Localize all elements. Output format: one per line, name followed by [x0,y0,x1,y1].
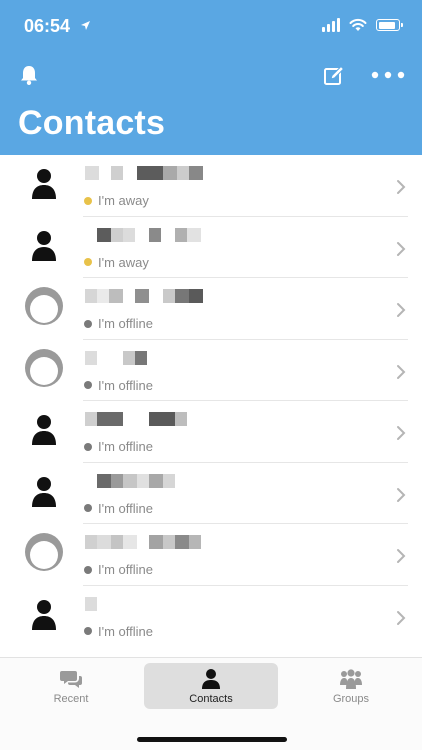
contact-name-redacted [85,473,175,488]
chevron-right-icon [397,487,406,502]
page-title: Contacts [18,104,166,142]
person-avatar-icon [32,476,56,507]
contact-name-redacted [85,412,187,426]
contact-row[interactable]: I'm offline [0,463,422,524]
contact-name-redacted [85,166,203,180]
app-header: 06:54 Contacts [0,0,422,155]
contact-row[interactable]: I'm offline [0,586,422,648]
presence-status: I'm offline [84,624,153,639]
contacts-list: I'm away I'm away I'm offline I'm offlin… [0,155,422,647]
status-text: I'm offline [98,377,153,393]
presence-dot [84,565,92,574]
location-arrow-icon [81,21,90,30]
contact-name-redacted [85,350,147,365]
tab-recent[interactable]: Recent [4,663,138,709]
more-options-icon[interactable] [371,66,405,84]
contact-name-redacted [85,289,203,303]
presence-dot [84,381,92,389]
status-text: I'm offline [98,562,153,577]
chevron-right-icon [397,364,406,379]
status-text: I'm away [98,193,149,208]
chevron-right-icon [397,549,406,563]
battery-icon [376,19,403,31]
tab-label: Contacts [189,693,233,705]
presence-dot [84,442,92,451]
person-avatar-icon [32,169,56,199]
status-text: I'm offline [98,500,153,516]
contact-row[interactable]: I'm offline [0,278,422,340]
presence-status: I'm offline [84,378,153,393]
person-avatar-icon [32,415,56,445]
chat-bubbles-icon [60,671,82,688]
presence-dot [84,504,92,512]
person-icon [202,669,220,689]
tab-label: Groups [332,693,370,705]
presence-dot [84,196,92,205]
presence-status: I'm offline [84,316,153,331]
chevron-right-icon [397,426,406,440]
person-avatar-icon [32,599,56,630]
home-indicator[interactable] [137,737,287,742]
status-text: I'm away [98,254,149,270]
contact-name-redacted [85,227,201,242]
status-text: I'm offline [98,439,153,454]
presence-status: I'm offline [84,501,153,516]
contact-name-redacted [85,596,97,611]
presence-status: I'm away [84,193,149,208]
default-avatar-icon [25,287,63,330]
status-text: I'm offline [98,316,153,331]
chevron-right-icon [397,241,406,256]
presence-status: I'm offline [84,439,153,454]
status-text: I'm offline [98,623,153,639]
status-bar: 06:54 [0,0,422,50]
chevron-right-icon [397,610,406,625]
tab-contacts[interactable]: Contacts [144,663,278,709]
cellular-signal-icon [322,18,340,32]
contact-row[interactable]: I'm offline [0,401,422,463]
group-icon [340,669,362,689]
contact-row[interactable]: I'm offline [0,340,422,401]
presence-dot [84,258,92,266]
chevron-right-icon [397,303,406,317]
tab-groups[interactable]: Groups [284,663,418,709]
chevron-right-icon [397,180,406,194]
person-avatar-icon [32,230,56,261]
wifi-icon [349,18,367,31]
contact-row[interactable]: I'm away [0,155,422,217]
compose-icon[interactable] [323,65,345,87]
tab-label: Recent [53,693,89,705]
contact-name-redacted [85,535,201,549]
status-indicators [322,17,403,33]
contact-row[interactable]: I'm away [0,217,422,278]
presence-status: I'm away [84,255,149,270]
default-avatar-icon [25,533,63,576]
presence-status: I'm offline [84,562,153,577]
presence-dot [84,319,92,328]
status-time: 06:54 [24,16,71,36]
presence-dot [84,627,92,635]
default-avatar-icon [25,348,63,392]
contact-row[interactable]: I'm offline [0,524,422,586]
notification-bell-icon[interactable] [19,64,39,86]
